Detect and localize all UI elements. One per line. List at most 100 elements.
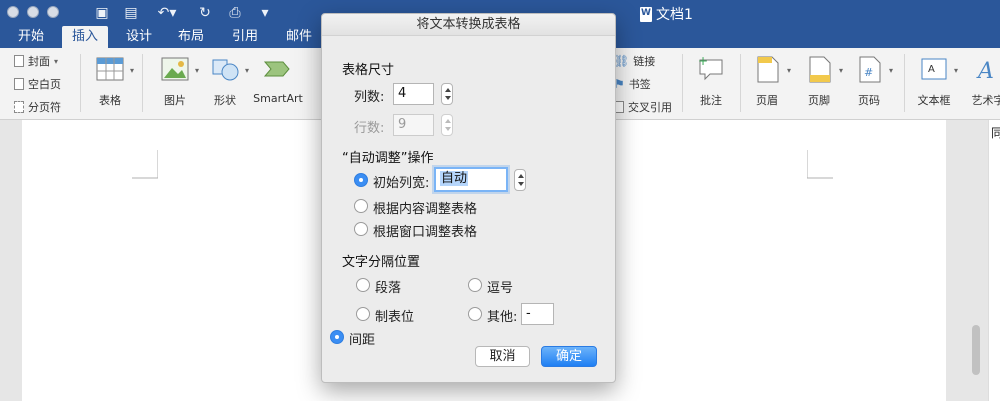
tab-separator-label: 制表位 xyxy=(375,310,415,325)
svg-text:A: A xyxy=(928,64,935,75)
footer-button[interactable]: ▾ 页脚 xyxy=(802,54,843,108)
comma-separator-radio[interactable] xyxy=(468,278,482,292)
page-break-label: 分页符 xyxy=(28,101,61,114)
autofit-window-label: 根据窗口调整表格 xyxy=(373,225,478,240)
text-box-label: 文本框 xyxy=(917,94,951,107)
smartart-label: SmartArt xyxy=(253,92,303,105)
blank-page-button[interactable]: 空白页 xyxy=(14,75,61,93)
text-box-icon: A ▾ xyxy=(919,54,958,84)
shapes-button[interactable]: ▾ 形状 xyxy=(207,54,249,108)
autofit-heading: “自动调整”操作 xyxy=(342,151,434,166)
rows-label: 行数: xyxy=(354,121,385,136)
ribbon-divider xyxy=(904,54,905,112)
cross-reference-button[interactable]: 交叉引用 xyxy=(614,98,672,116)
autofit-contents-label: 根据内容调整表格 xyxy=(373,202,478,217)
tab-design[interactable]: 设计 xyxy=(116,26,162,48)
header-label: 页眉 xyxy=(756,94,778,107)
autofit-contents-radio[interactable] xyxy=(354,199,368,213)
close-window-button[interactable] xyxy=(7,6,19,18)
table-icon: ▾ xyxy=(95,54,134,84)
other-separator-input[interactable]: - xyxy=(521,303,554,325)
space-separator-radio[interactable] xyxy=(330,330,344,344)
save-icon[interactable]: ▤ xyxy=(122,4,140,22)
document-title-text: 文档1 xyxy=(656,7,693,23)
columns-stepper[interactable] xyxy=(441,83,453,105)
footer-icon: ▾ xyxy=(804,54,843,84)
paragraph-separator-label: 段落 xyxy=(375,281,402,296)
ok-button[interactable]: 确定 xyxy=(541,346,597,367)
other-separator-radio[interactable] xyxy=(468,307,482,321)
header-icon: ▾ xyxy=(752,54,791,84)
cancel-button[interactable]: 取消 xyxy=(475,346,530,367)
link-button[interactable]: ⛓ 链接 xyxy=(614,52,655,70)
tab-separator-radio[interactable] xyxy=(356,307,370,321)
blank-page-label: 空白页 xyxy=(28,78,61,91)
table-button[interactable]: ▾ 表格 xyxy=(92,54,134,108)
column-width-stepper[interactable] xyxy=(514,169,526,191)
print-icon[interactable]: ⎙ xyxy=(226,4,244,22)
columns-input[interactable]: 4 xyxy=(393,83,434,105)
side-panel-text: 同 xyxy=(991,126,1000,140)
text-box-button[interactable]: A ▾ 文本框 xyxy=(912,54,958,108)
shapes-label: 形状 xyxy=(214,94,236,107)
column-width-value: 自动 xyxy=(440,171,469,186)
picture-label: 图片 xyxy=(164,94,186,107)
page-break-icon xyxy=(14,101,24,113)
sidebar-toggle-icon[interactable]: ▣ xyxy=(93,4,111,22)
fixed-column-width-label: 初始列宽: xyxy=(373,176,430,191)
cover-page-button[interactable]: 封面 ▾ xyxy=(14,52,58,70)
comment-label: 批注 xyxy=(700,94,722,107)
undo-icon[interactable]: ↶▾ xyxy=(153,4,181,22)
wordart-label: 艺术字 xyxy=(971,94,1000,107)
minimize-window-button[interactable] xyxy=(27,6,39,18)
redo-icon[interactable]: ↻ xyxy=(196,4,214,22)
blank-page-icon xyxy=(14,78,24,90)
customize-toolbar-icon[interactable]: ▾ xyxy=(256,4,274,22)
document-title: 文档1 xyxy=(640,4,693,24)
svg-text:A: A xyxy=(976,59,994,84)
tab-references[interactable]: 引用 xyxy=(222,26,268,48)
ribbon-divider xyxy=(80,54,81,112)
page-number-label: 页码 xyxy=(858,94,880,107)
side-panel: 同 xyxy=(988,120,1000,401)
dialog-title: 将文本转换成表格 xyxy=(322,14,615,36)
smartart-icon xyxy=(263,54,293,84)
comment-icon: + xyxy=(696,54,726,84)
zoom-window-button[interactable] xyxy=(47,6,59,18)
column-width-input[interactable]: 自动 xyxy=(434,167,508,192)
smartart-button[interactable]: SmartArt xyxy=(252,54,304,105)
wordart-button[interactable]: A 艺术字 xyxy=(968,54,1000,108)
cross-reference-label: 交叉引用 xyxy=(628,101,672,114)
tab-home[interactable]: 开始 xyxy=(8,26,54,48)
vertical-scrollbar[interactable] xyxy=(972,325,980,375)
convert-text-to-table-dialog: 将文本转换成表格 表格尺寸 列数: 4 行数: 9 “自动调整”操作 初始列宽:… xyxy=(321,13,616,383)
header-button[interactable]: ▾ 页眉 xyxy=(750,54,791,108)
page-number-button[interactable]: # ▾ 页码 xyxy=(852,54,893,108)
shapes-icon: ▾ xyxy=(210,54,249,84)
page-number-icon: # ▾ xyxy=(854,54,893,84)
autofit-window-radio[interactable] xyxy=(354,222,368,236)
link-label: 链接 xyxy=(633,55,656,68)
picture-button[interactable]: ▾ 图片 xyxy=(157,54,199,108)
svg-text:#: # xyxy=(864,66,873,79)
comment-button[interactable]: + 批注 xyxy=(694,54,728,108)
wordart-icon: A xyxy=(973,54,1000,84)
margin-corner-mark xyxy=(132,150,158,179)
tab-layout[interactable]: 布局 xyxy=(168,26,214,48)
fixed-column-width-radio[interactable] xyxy=(354,173,368,187)
ribbon-divider xyxy=(682,54,683,112)
ribbon-divider xyxy=(142,54,143,112)
table-label: 表格 xyxy=(99,94,121,107)
rows-stepper[interactable] xyxy=(441,114,453,136)
columns-label: 列数: xyxy=(354,90,385,105)
tab-insert[interactable]: 插入 xyxy=(62,26,109,48)
picture-icon: ▾ xyxy=(160,54,199,84)
tab-mailings[interactable]: 邮件 xyxy=(276,26,322,48)
page-break-button[interactable]: 分页符 xyxy=(14,98,61,116)
bookmark-label: 书签 xyxy=(628,78,651,91)
bookmark-button[interactable]: ⚑ 书签 xyxy=(614,75,651,93)
rows-input[interactable]: 9 xyxy=(393,114,434,136)
paragraph-separator-radio[interactable] xyxy=(356,278,370,292)
word-document-icon xyxy=(640,6,652,22)
margin-corner-mark xyxy=(807,150,833,179)
